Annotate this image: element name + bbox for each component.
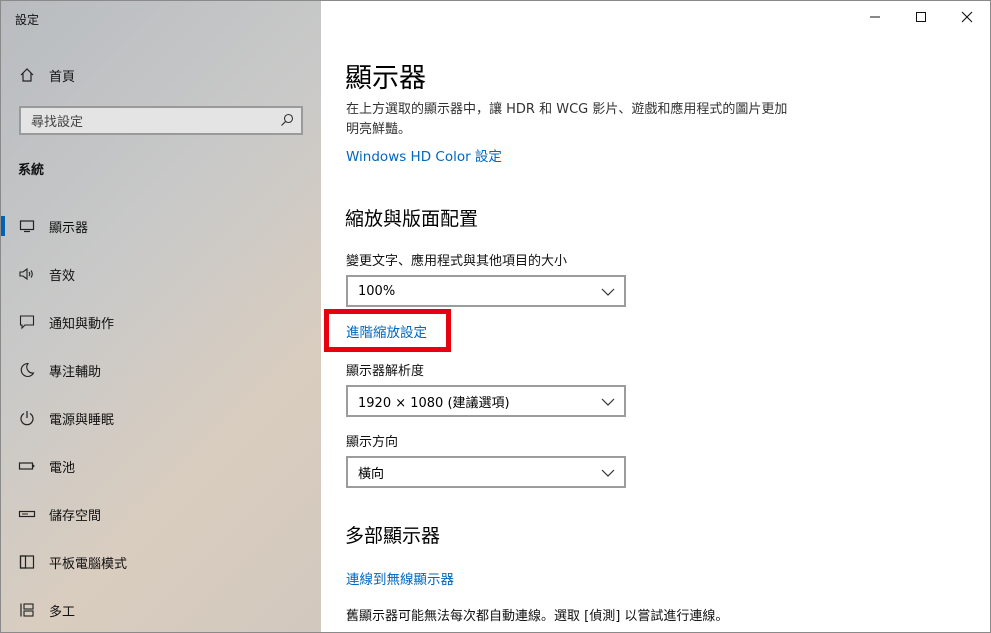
search-icon	[279, 112, 295, 132]
settings-window: 設定 首頁 尋找設定 系統 顯示器 音效 通知與動作 專注輔助 電源與睡眠 電池…	[0, 0, 991, 633]
multi-display-note: 舊顯示器可能無法每次都自動連線。選取 [偵測] 以嘗試進行連線。	[346, 609, 729, 624]
sidebar-item-label: 音效	[49, 268, 76, 284]
sidebar-item-label: 電池	[49, 460, 76, 476]
section-title: 系統	[18, 163, 45, 178]
sidebar-item-label: 平板電腦模式	[49, 556, 128, 572]
sidebar-item-label: 儲存空間	[49, 508, 102, 524]
home-icon	[18, 66, 36, 84]
sidebar-item-storage[interactable]: 儲存空間	[1, 494, 321, 534]
home-label: 首頁	[49, 69, 76, 85]
sidebar-item-multitasking[interactable]: 多工	[1, 590, 321, 630]
tablet-icon	[18, 553, 36, 571]
sidebar-item-notifications[interactable]: 通知與動作	[1, 302, 321, 342]
minimize-icon	[869, 8, 881, 27]
maximize-button[interactable]	[898, 1, 944, 33]
main-content: 顯示器 在上方選取的顯示器中，讓 HDR 和 WCG 影片、遊戲和應用程式的圖片…	[321, 1, 990, 632]
orientation-label: 顯示方向	[346, 435, 399, 450]
close-icon	[961, 8, 973, 27]
multiple-displays-heading: 多部顯示器	[345, 525, 441, 547]
sidebar-item-label: 顯示器	[49, 220, 89, 236]
scale-dropdown[interactable]: 100%	[346, 275, 626, 307]
chevron-down-icon	[600, 284, 616, 303]
power-icon	[18, 409, 36, 427]
monitor-icon	[18, 217, 36, 235]
scale-value: 100%	[358, 283, 396, 299]
resolution-value: 1920 × 1080 (建議選項)	[358, 395, 510, 411]
hdr-color-settings-link[interactable]: Windows HD Color 設定	[346, 145, 502, 165]
sidebar-item-battery[interactable]: 電池	[1, 446, 321, 486]
scale-layout-heading: 縮放與版面配置	[345, 208, 479, 230]
resolution-label: 顯示器解析度	[346, 364, 425, 379]
chevron-down-icon	[600, 394, 616, 413]
minimize-button[interactable]	[852, 1, 898, 33]
maximize-icon	[915, 8, 927, 27]
app-title: 設定	[15, 13, 40, 27]
scale-label: 變更文字、應用程式與其他項目的大小	[346, 254, 568, 269]
highlight-box	[324, 309, 451, 352]
chevron-down-icon	[600, 465, 616, 484]
selection-indicator	[1, 216, 5, 236]
resolution-dropdown[interactable]: 1920 × 1080 (建議選項)	[346, 385, 626, 417]
wireless-display-link[interactable]: 連線到無線顯示器	[346, 568, 454, 588]
sidebar-item-display[interactable]: 顯示器	[1, 206, 321, 246]
sidebar: 設定 首頁 尋找設定 系統 顯示器 音效 通知與動作 專注輔助 電源與睡眠 電池…	[1, 1, 321, 632]
sidebar-item-label: 多工	[49, 604, 76, 620]
search-placeholder: 尋找設定	[31, 115, 84, 130]
speaker-icon	[18, 265, 36, 283]
multitask-icon	[18, 601, 36, 619]
orientation-dropdown[interactable]: 橫向	[346, 456, 626, 488]
sidebar-item-power[interactable]: 電源與睡眠	[1, 398, 321, 438]
sidebar-item-label: 專注輔助	[49, 364, 102, 380]
sidebar-item-label: 通知與動作	[49, 316, 115, 332]
sidebar-item-sound[interactable]: 音效	[1, 254, 321, 294]
moon-icon	[18, 361, 36, 379]
home-nav-item[interactable]: 首頁	[1, 55, 321, 95]
sidebar-item-label: 電源與睡眠	[49, 412, 115, 428]
sidebar-item-focus-assist[interactable]: 專注輔助	[1, 350, 321, 390]
storage-icon	[18, 505, 36, 523]
hdr-description: 在上方選取的顯示器中，讓 HDR 和 WCG 影片、遊戲和應用程式的圖片更加明亮…	[346, 102, 788, 137]
message-icon	[18, 313, 36, 331]
close-button[interactable]	[944, 1, 990, 33]
page-title: 顯示器	[345, 63, 426, 94]
orientation-value: 橫向	[358, 466, 385, 482]
sidebar-item-tablet-mode[interactable]: 平板電腦模式	[1, 542, 321, 582]
battery-icon	[18, 457, 36, 475]
search-input[interactable]: 尋找設定	[19, 106, 303, 135]
